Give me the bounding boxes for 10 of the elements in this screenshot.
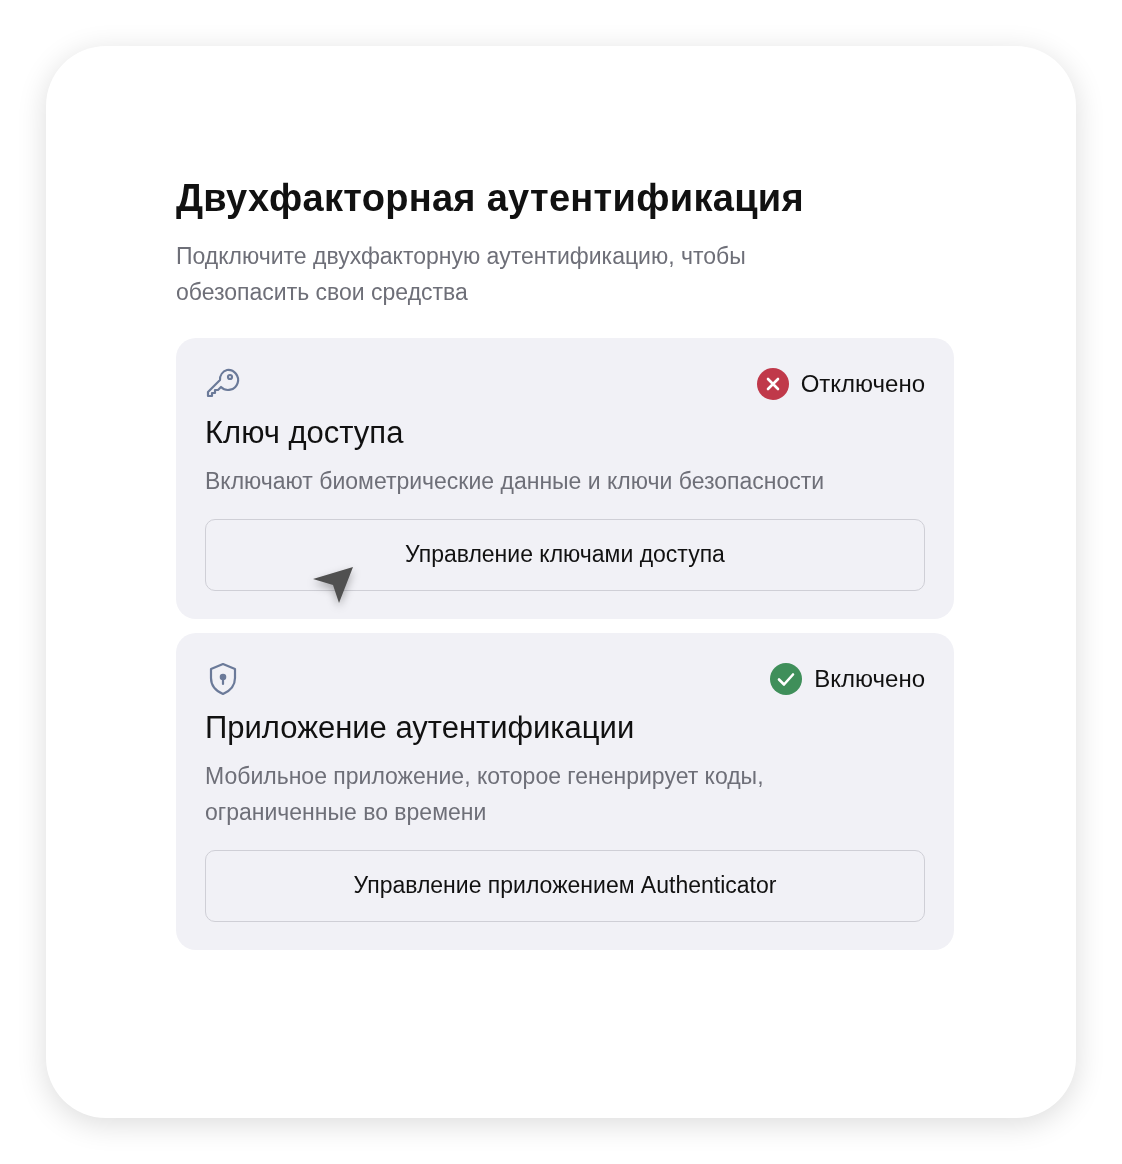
method-description: Мобильное приложение, которое гененрирует коды, ограниченные во времени (205, 761, 765, 827)
method-title: Ключ доступа (205, 413, 405, 451)
status-label: Включено (814, 664, 925, 693)
status-label: Отключено (800, 369, 925, 398)
manage-button[interactable]: Управление приложением Authenticator (205, 849, 925, 922)
page-subtitle: Подключите двухфакторную аутентификацию, чтобы обезопасить свои средства (176, 241, 747, 307)
page-title: Двухфакторная аутентификация (176, 176, 805, 221)
method-title: Приложение аутентификации (205, 708, 636, 746)
method-description: Включают биометрические данные и ключи безопасности (205, 466, 825, 496)
manage-button[interactable]: Управление ключами доступа (205, 518, 925, 591)
